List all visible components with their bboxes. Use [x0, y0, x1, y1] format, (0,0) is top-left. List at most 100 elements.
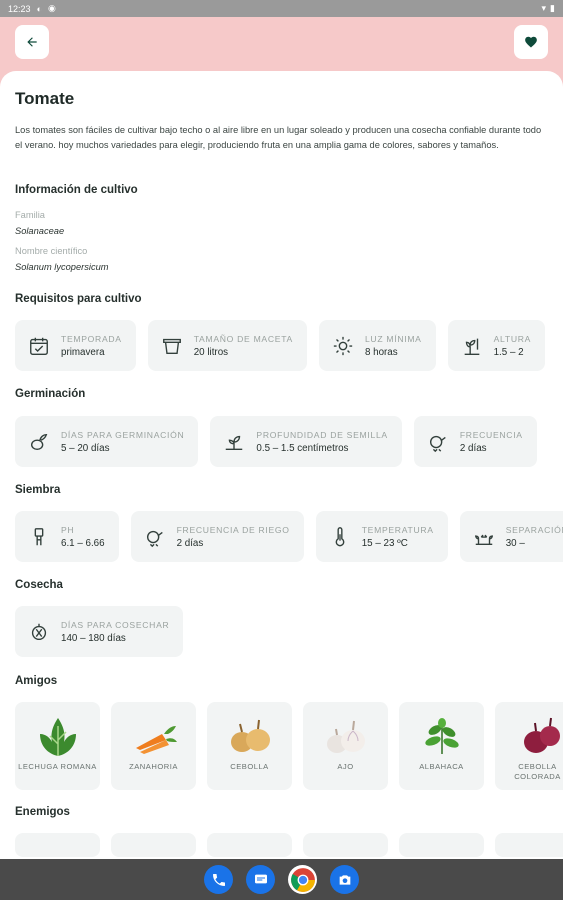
camera-icon: [339, 874, 350, 885]
requirement-card-season: Temporada primavera: [15, 320, 136, 371]
enemy-card[interactable]: [495, 833, 563, 857]
sowing-value: 6.1 – 6.66: [61, 537, 105, 549]
harvest-card-days: Días para cosechar 140 – 180 días: [15, 606, 184, 657]
plant-detail-sheet[interactable]: Tomate Los tomates son fáciles de cultiv…: [0, 71, 563, 859]
family-value: Solanaceae: [15, 226, 65, 236]
phone-app-button[interactable]: [204, 865, 233, 894]
friend-card-lettuce[interactable]: Lechuga romana: [15, 702, 100, 790]
seed-icon: [27, 430, 51, 454]
page-title: Tomate: [15, 89, 75, 108]
lettuce-icon: [39, 718, 76, 756]
germination-value: 2 días: [459, 442, 487, 454]
friend-name: Lechuga romana: [18, 762, 97, 771]
requirement-value: 20 litros: [193, 346, 229, 358]
friend-name: Ajo: [337, 762, 354, 771]
sowing-card-temperature: Temperatura 15 – 23 ºC: [315, 511, 448, 562]
system-dock: [0, 859, 563, 900]
notification-icon: ◐: [36, 3, 42, 14]
germination-label: Frecuencia: [459, 429, 523, 440]
arrow-left-icon: [27, 37, 37, 47]
calendar-icon: [27, 334, 51, 358]
red-onion-icon: [523, 717, 560, 753]
enemy-card[interactable]: [111, 833, 196, 857]
phone-icon: [212, 873, 225, 886]
status-bar: 12:23 ◐ ◉ ▾ ▮: [0, 0, 563, 17]
messages-icon: [254, 874, 267, 883]
section-sowing-title: Siembra: [15, 484, 61, 496]
enemies-row[interactable]: [15, 833, 563, 857]
sowing-value: 15 – 23 ºC: [361, 537, 408, 549]
requirement-label: Altura: [493, 333, 532, 344]
germination-label: Días para germinación: [61, 429, 185, 440]
sowing-label: Separación: [505, 524, 563, 535]
friend-card-red-onion[interactable]: Cebolla colorada: [495, 702, 563, 790]
clock: 12:23: [8, 3, 31, 14]
section-harvest-title: Cosecha: [15, 579, 63, 591]
back-button[interactable]: [15, 25, 49, 59]
section-friends-title: Amigos: [15, 675, 58, 687]
heart-icon: [525, 36, 537, 48]
section-enemies-title: Enemigos: [15, 806, 70, 818]
germination-label: Profundidad de semilla: [256, 429, 388, 440]
friends-row[interactable]: Lechuga romana Zanahoria Cebolla: [15, 702, 563, 790]
camera-app-button[interactable]: [330, 865, 359, 894]
sun-icon: [331, 334, 355, 358]
watering-icon: [143, 525, 167, 549]
friend-name: Zanahoria: [129, 762, 178, 771]
seed-depth-icon: [222, 430, 246, 454]
onion-icon: [230, 719, 270, 752]
sowing-label: PH: [61, 524, 75, 535]
battery-icon: ▮: [550, 3, 555, 13]
friend-card-carrot[interactable]: Zanahoria: [111, 702, 196, 790]
plant-description: Los tomates son fáciles de cultivar bajo…: [15, 125, 542, 150]
requirement-value: 8 horas: [364, 346, 398, 358]
enemy-card[interactable]: [399, 833, 484, 857]
friend-card-onion[interactable]: Cebolla: [207, 702, 292, 790]
spacing-icon: [472, 525, 496, 549]
requirements-row[interactable]: Temporada primavera Tamaño de maceta 20 …: [15, 320, 546, 371]
chrome-app-button[interactable]: [288, 865, 317, 894]
sowing-value: 2 días: [176, 537, 204, 549]
harvest-row[interactable]: Días para cosechar 140 – 180 días: [15, 606, 184, 657]
requirement-value: primavera: [61, 346, 105, 358]
section-requirements-title: Requisitos para cultivo: [15, 293, 142, 305]
germination-card-frequency: Frecuencia 2 días: [413, 416, 537, 467]
height-icon: [460, 334, 484, 358]
germination-value: 0.5 – 1.5 centímetros: [256, 442, 349, 454]
requirement-card-height: Altura 1.5 – 2: [447, 320, 546, 371]
garlic-icon: [326, 720, 365, 753]
friend-card-garlic[interactable]: Ajo: [303, 702, 388, 790]
sowing-card-spacing: Separación 30 –: [459, 511, 563, 562]
sowing-label: Temperatura: [361, 524, 434, 535]
sowing-card-watering: Frecuencia de riego 2 días: [130, 511, 304, 562]
scientific-name-label: Nombre científico: [15, 246, 88, 256]
enemy-card[interactable]: [207, 833, 292, 857]
app-header: [0, 17, 563, 72]
requirement-label: Temporada: [61, 333, 122, 344]
favorite-button[interactable]: [514, 25, 548, 59]
enemy-card[interactable]: [303, 833, 388, 857]
basil-icon: [424, 718, 459, 754]
carrot-icon: [135, 726, 177, 754]
family-label: Familia: [15, 210, 45, 220]
basket-icon: [27, 620, 51, 644]
watering-icon: [426, 430, 450, 454]
section-germination-title: Germinación: [15, 388, 86, 400]
germination-card-days: Días para germinación 5 – 20 días: [15, 416, 199, 467]
harvest-label: Días para cosechar: [61, 619, 170, 630]
requirement-value: 1.5 – 2: [493, 346, 524, 358]
friend-card-basil[interactable]: Albahaca: [399, 702, 484, 790]
ph-icon: [27, 525, 51, 549]
germination-value: 5 – 20 días: [61, 442, 110, 454]
messages-app-button[interactable]: [246, 865, 275, 894]
sowing-card-ph: PH 6.1 – 6.66: [15, 511, 119, 562]
friend-name: Cebolla colorada: [514, 762, 561, 781]
harvest-value: 140 – 180 días: [61, 632, 126, 644]
germination-card-depth: Profundidad de semilla 0.5 – 1.5 centíme…: [210, 416, 402, 467]
germination-row[interactable]: Días para germinación 5 – 20 días Profun…: [15, 416, 537, 467]
sowing-row[interactable]: PH 6.1 – 6.66 Frecuencia de riego 2 días…: [15, 511, 563, 562]
sowing-value: 30 –: [505, 537, 525, 549]
thermometer-icon: [328, 525, 352, 549]
section-info-title: Información de cultivo: [15, 184, 138, 196]
enemy-card[interactable]: [15, 833, 100, 857]
